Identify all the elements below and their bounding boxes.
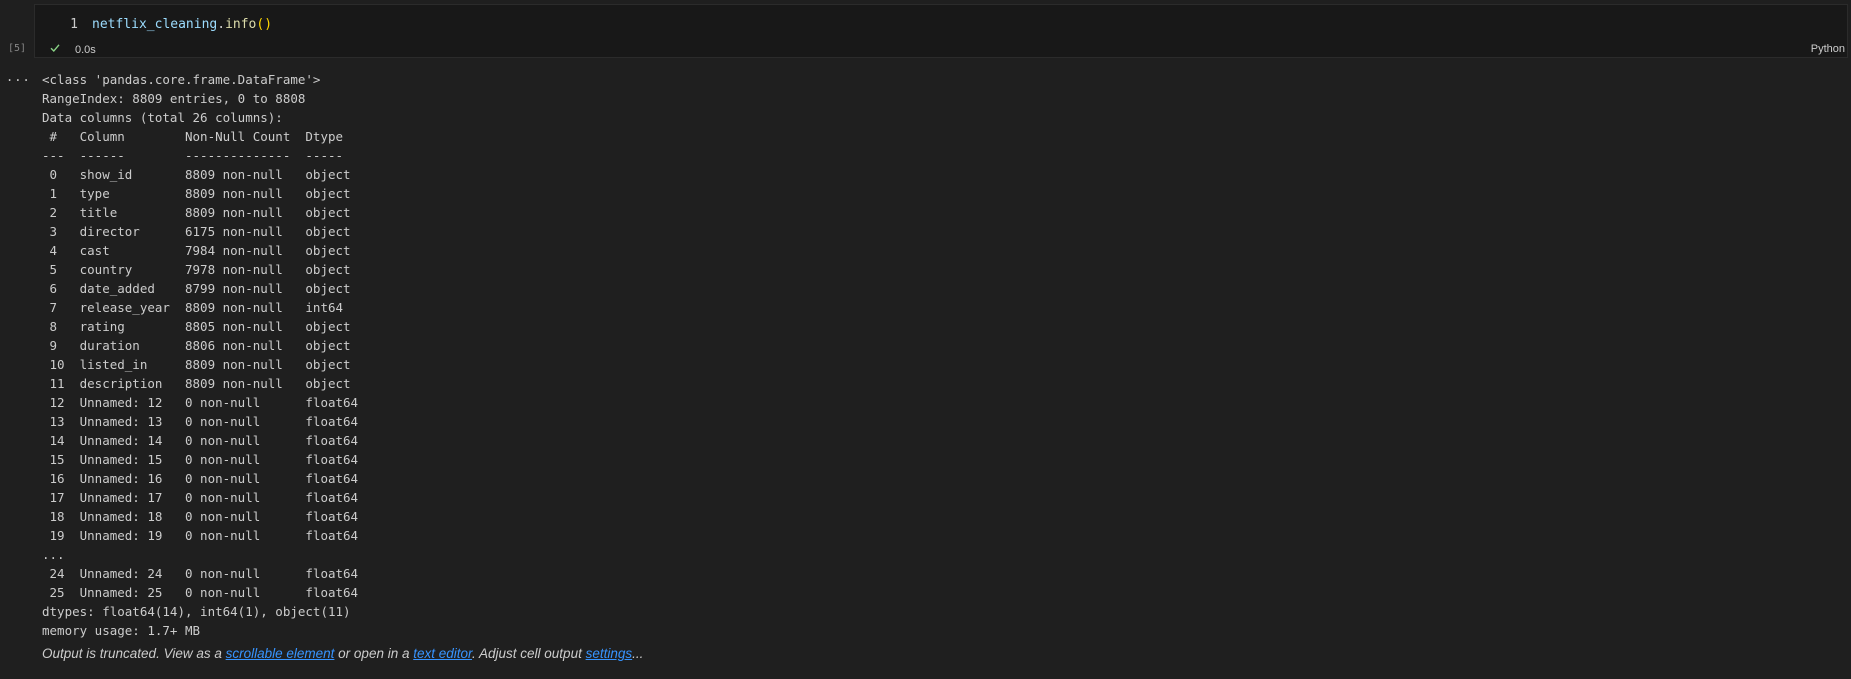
output-line: 1 type 8809 non-null object <box>42 186 359 201</box>
truncation-middle: or open in a <box>334 646 414 661</box>
output-line: 13 Unnamed: 13 0 non-null float64 <box>42 414 359 429</box>
language-selector[interactable]: Python <box>1811 43 1845 55</box>
output-line: 24 Unnamed: 24 0 non-null float64 <box>42 566 359 581</box>
execution-count: [5] <box>8 43 27 54</box>
output-line: 16 Unnamed: 16 0 non-null float64 <box>42 471 359 486</box>
text-editor-link[interactable]: text editor <box>413 646 472 661</box>
output-line: 17 Unnamed: 17 0 non-null float64 <box>42 490 359 505</box>
output-line: 19 Unnamed: 19 0 non-null float64 <box>42 528 359 543</box>
output-line: 3 director 6175 non-null object <box>42 224 359 239</box>
output-line: 18 Unnamed: 18 0 non-null float64 <box>42 509 359 524</box>
output-line: 12 Unnamed: 12 0 non-null float64 <box>42 395 359 410</box>
output-line: dtypes: float64(14), int64(1), object(11… <box>42 604 351 619</box>
truncation-prefix: Output is truncated. View as a <box>42 646 226 661</box>
cell-gutter <box>0 0 34 679</box>
cell-output: <class 'pandas.core.frame.DataFrame'> Ran… <box>42 70 358 640</box>
code-parens: () <box>256 17 273 32</box>
code-cell[interactable] <box>34 4 1848 58</box>
output-line: 25 Unnamed: 25 0 non-null float64 <box>42 585 359 600</box>
truncation-notice: Output is truncated. View as a scrollabl… <box>42 646 643 661</box>
truncation-middle2: . Adjust cell output <box>472 646 586 661</box>
output-line: Data columns (total 26 columns): <box>42 110 283 125</box>
output-line: 15 Unnamed: 15 0 non-null float64 <box>42 452 359 467</box>
output-line: 14 Unnamed: 14 0 non-null float64 <box>42 433 359 448</box>
output-line: 4 cast 7984 non-null object <box>42 243 359 258</box>
settings-link[interactable]: settings <box>586 646 633 661</box>
output-line: 6 date_added 8799 non-null object <box>42 281 359 296</box>
output-line: memory usage: 1.7+ MB <box>42 623 201 638</box>
code-dot: . <box>217 17 226 32</box>
output-line: 10 listed_in 8809 non-null object <box>42 357 359 372</box>
output-line: RangeIndex: 8809 entries, 0 to 8808 <box>42 91 306 106</box>
code-function: info <box>225 17 257 32</box>
check-icon <box>50 44 60 53</box>
output-line: # Column Non-Null Count Dtype <box>42 129 359 144</box>
scrollable-element-link[interactable]: scrollable element <box>226 646 335 661</box>
code-editor[interactable]: netflix_cleaning.info() <box>92 17 272 32</box>
output-line: ... <box>42 547 65 562</box>
output-line: 9 duration 8806 non-null object <box>42 338 359 353</box>
output-line: 11 description 8809 non-null object <box>42 376 359 391</box>
output-line: --- ------ -------------- ----- <box>42 148 359 163</box>
code-variable: netflix_cleaning <box>92 17 218 32</box>
output-more-actions-icon[interactable]: ... <box>6 70 31 84</box>
line-number: 1 <box>70 17 78 32</box>
output-line: 7 release_year 8809 non-null int64 <box>42 300 359 315</box>
output-line: 2 title 8809 non-null object <box>42 205 359 220</box>
output-line: <class 'pandas.core.frame.DataFrame'> <box>42 72 321 87</box>
output-line: 0 show_id 8809 non-null object <box>42 167 359 182</box>
output-line: 8 rating 8805 non-null object <box>42 319 359 334</box>
truncation-suffix: ... <box>632 646 644 661</box>
execution-duration: 0.0s <box>75 44 96 56</box>
output-line: 5 country 7978 non-null object <box>42 262 359 277</box>
